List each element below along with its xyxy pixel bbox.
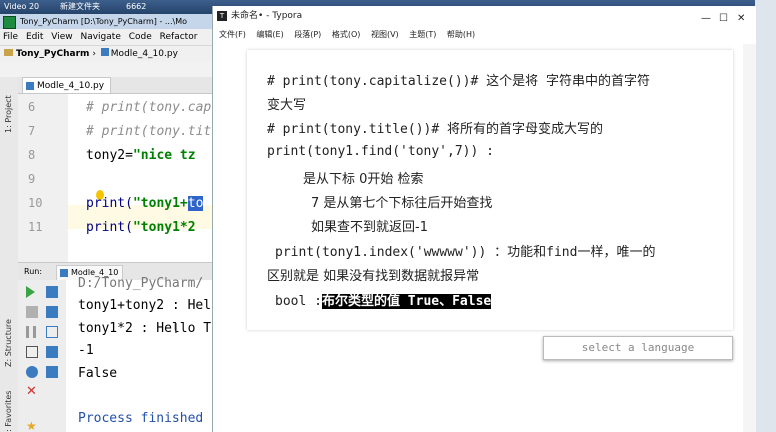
typora-menubar: 文件(F) 编辑(E) 段落(P) 格式(O) 视图(V) 主题(T) 帮助(H… — [213, 26, 756, 44]
line-number: 7 — [28, 124, 36, 138]
favorites-tool-tab[interactable]: 2: Favorites — [4, 391, 13, 432]
selected-text: 布尔类型的值 True、False — [321, 294, 492, 309]
editor-tab-label: Modle_4_10.py — [37, 81, 105, 91]
rerun-icon[interactable] — [26, 286, 35, 298]
typora-logo-icon: T — [217, 11, 227, 21]
console-line: -1 — [78, 343, 94, 358]
run-label: Run: — [24, 267, 43, 276]
desktop-item[interactable]: 新建文件夹 — [60, 0, 100, 14]
code-block-line: 是从下标 0开始 检索 — [303, 172, 424, 187]
code-block-line: print(tony1.index('wwwww')) ：功能和find一样，唯… — [275, 245, 656, 260]
close-icon[interactable]: ✕ — [26, 385, 38, 398]
code-line: # print(tony.cap — [86, 100, 212, 115]
breadcrumb: Tony_PyCharm › Modle_4_10.py — [0, 45, 212, 62]
console-line: tony1*2 : Hello T — [78, 321, 212, 336]
close-icon[interactable]: ✕ — [737, 9, 745, 29]
typora-scrollbar[interactable] — [743, 44, 756, 432]
folder-icon — [4, 49, 13, 56]
menu-paragraph[interactable]: 段落(P) — [294, 30, 321, 39]
run-config-icon — [60, 269, 68, 277]
pycharm-window: Tony_PyCharm [D:\Tony_PyCharm] - ...\Mo … — [0, 14, 212, 432]
console-line: tony1+tony2 : Hel — [78, 298, 212, 313]
python-file-icon — [100, 48, 109, 56]
line-number-gutter: 6 7 8 9 10 11 — [18, 94, 68, 262]
code-block-line: 如果查不到就返回-1 — [311, 220, 428, 235]
pycharm-logo-icon — [3, 16, 16, 29]
code-block-line: # print(tony.title())# 将所有的首字母变成大写的 — [267, 122, 604, 137]
editor-tabbar: Modle_4_10.py — [18, 77, 212, 94]
typora-titlebar[interactable]: T 未命名• - Typora — ☐ ✕ — [213, 6, 756, 26]
stop-icon[interactable] — [26, 306, 38, 318]
menu-edit[interactable]: Edit — [26, 32, 43, 42]
code-block-line: # print(tony.capitalize())# 这个是将 字符串中的首字… — [267, 74, 650, 89]
code-block-line: print(tony1.find('tony',7)) : — [267, 144, 494, 159]
scroll-down-icon[interactable] — [46, 306, 58, 318]
console-line: False — [78, 366, 118, 381]
typora-window: T 未命名• - Typora — ☐ ✕ 文件(F) 编辑(E) 段落(P) … — [212, 6, 756, 432]
code-editor[interactable]: # print(tony.cap # print(tony.tit tony2=… — [68, 94, 212, 262]
menu-help[interactable]: 帮助(H) — [447, 30, 475, 39]
line-number: 11 — [28, 220, 43, 234]
run-toolbar: ✕ ★ — [18, 280, 67, 432]
pin-icon[interactable] — [26, 366, 38, 378]
pycharm-menubar: File Edit View Navigate Code Refactor — [0, 29, 212, 45]
code-block-line: 区别就是 如果没有找到数据就报异常 — [267, 269, 480, 284]
console-line: Process finished — [78, 411, 204, 426]
soft-wrap-icon[interactable] — [46, 326, 58, 338]
line-number: 8 — [28, 148, 36, 162]
language-select-input[interactable]: select a language — [543, 336, 733, 360]
breadcrumb-project[interactable]: Tony_PyCharm — [16, 49, 89, 59]
code-block[interactable]: # print(tony.capitalize())# 这个是将 字符串中的首字… — [247, 50, 733, 330]
menu-refactor[interactable]: Refactor — [160, 32, 198, 42]
code-line: # print(tony.tit — [86, 124, 212, 139]
menu-file[interactable]: File — [3, 32, 18, 42]
menu-view[interactable]: View — [51, 32, 72, 42]
pycharm-window-title: Tony_PyCharm [D:\Tony_PyCharm] - ...\Mo — [20, 17, 187, 26]
breadcrumb-file[interactable]: Modle_4_10.py — [111, 49, 178, 59]
menu-format[interactable]: 格式(O) — [332, 30, 361, 39]
line-number: 6 — [28, 100, 36, 114]
menu-file[interactable]: 文件(F) — [219, 30, 246, 39]
code-line: print("tony1*2 — [86, 220, 196, 235]
pycharm-titlebar[interactable]: Tony_PyCharm [D:\Tony_PyCharm] - ...\Mo — [0, 14, 212, 29]
code-block-line: 变大写 — [267, 98, 307, 113]
code-block-line: 7 是从第七个下标往后开始查找 — [311, 196, 493, 211]
minimize-icon[interactable]: — — [701, 9, 711, 29]
pause-icon[interactable] — [26, 326, 36, 338]
text-cursor-icon: I — [174, 322, 178, 337]
layout-icon[interactable] — [26, 346, 38, 358]
desktop-item[interactable]: 6662 — [126, 0, 146, 14]
editor-tab[interactable]: Modle_4_10.py — [22, 77, 112, 93]
desktop-item[interactable]: Video 20 — [4, 0, 39, 14]
line-number: 10 — [28, 196, 43, 210]
scroll-up-icon[interactable] — [46, 286, 58, 298]
structure-tool-tab[interactable]: Z: Structure — [4, 319, 13, 367]
code-block-line: bool :布尔类型的值 True、False — [275, 294, 492, 309]
menu-navigate[interactable]: Navigate — [80, 32, 120, 42]
console-line: D:/Tony_PyCharm/ — [78, 276, 204, 291]
code-line: tony2="nice tz — [86, 148, 196, 163]
trash-icon[interactable] — [46, 366, 58, 378]
chevron-right-icon: › — [92, 49, 96, 59]
typora-window-title: 未命名• - Typora — [231, 11, 303, 21]
star-icon[interactable]: ★ — [26, 420, 38, 432]
code-line: print("tony1+to — [86, 196, 204, 211]
python-file-icon — [26, 82, 34, 90]
desktop-right-edge — [755, 0, 776, 432]
project-tool-tab[interactable]: 1: Project — [4, 95, 13, 133]
menu-view[interactable]: 视图(V) — [371, 30, 399, 39]
print-icon[interactable] — [46, 346, 58, 358]
menu-edit[interactable]: 编辑(E) — [256, 30, 283, 39]
line-number: 9 — [28, 172, 36, 186]
console-output[interactable]: D:/Tony_PyCharm/ tony1+tony2 : Hel tony1… — [66, 276, 212, 432]
menu-theme[interactable]: 主题(T) — [409, 30, 436, 39]
tool-window-bar: 1: Project Z: Structure 2: Favorites — [0, 77, 19, 432]
menu-code[interactable]: Code — [129, 32, 152, 42]
maximize-icon[interactable]: ☐ — [719, 9, 728, 29]
